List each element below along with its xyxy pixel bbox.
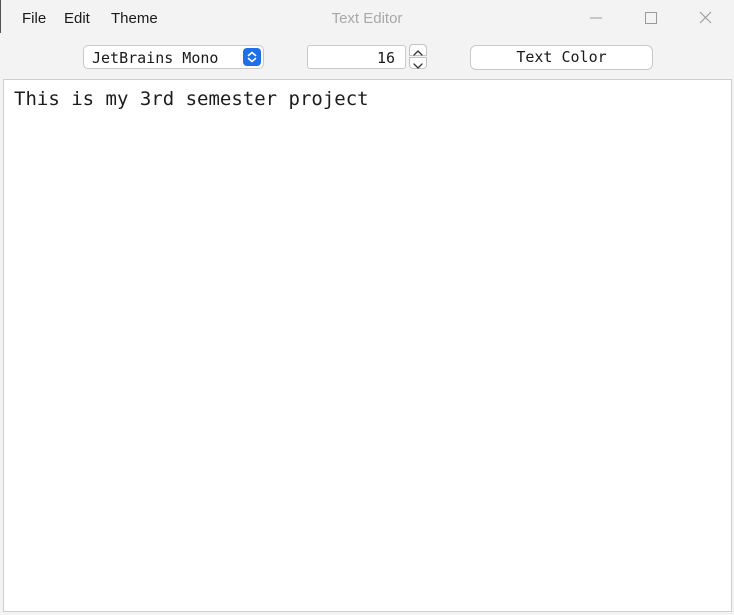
up-down-chevron-icon (243, 48, 261, 66)
editor-content[interactable]: This is my 3rd semester project (14, 88, 369, 110)
chevron-down-icon (413, 63, 423, 69)
maximize-icon (645, 12, 657, 24)
text-editor-window: Text Editor File Edit Theme JetBrains Mo… (0, 0, 734, 615)
menu-edit[interactable]: Edit (64, 10, 90, 28)
font-family-value: JetBrains Mono (92, 49, 219, 67)
close-button[interactable] (691, 5, 721, 31)
text-color-button[interactable]: Text Color (470, 45, 653, 70)
font-size-value: 16 (376, 49, 395, 67)
increment-button[interactable] (409, 44, 427, 56)
font-size-stepper[interactable] (409, 44, 428, 70)
font-size-input[interactable]: 16 (307, 45, 406, 69)
menu-file[interactable]: File (22, 10, 46, 28)
menu-theme[interactable]: Theme (111, 10, 158, 28)
minimize-icon (590, 17, 602, 19)
maximize-button[interactable] (636, 5, 666, 31)
text-editor-area[interactable]: This is my 3rd semester project (3, 79, 732, 612)
font-family-select[interactable]: JetBrains Mono (83, 45, 264, 69)
decrement-button[interactable] (409, 57, 427, 69)
close-icon (699, 11, 712, 24)
title-bar[interactable]: Text Editor File Edit Theme (0, 0, 734, 37)
minimize-button[interactable] (581, 5, 611, 31)
